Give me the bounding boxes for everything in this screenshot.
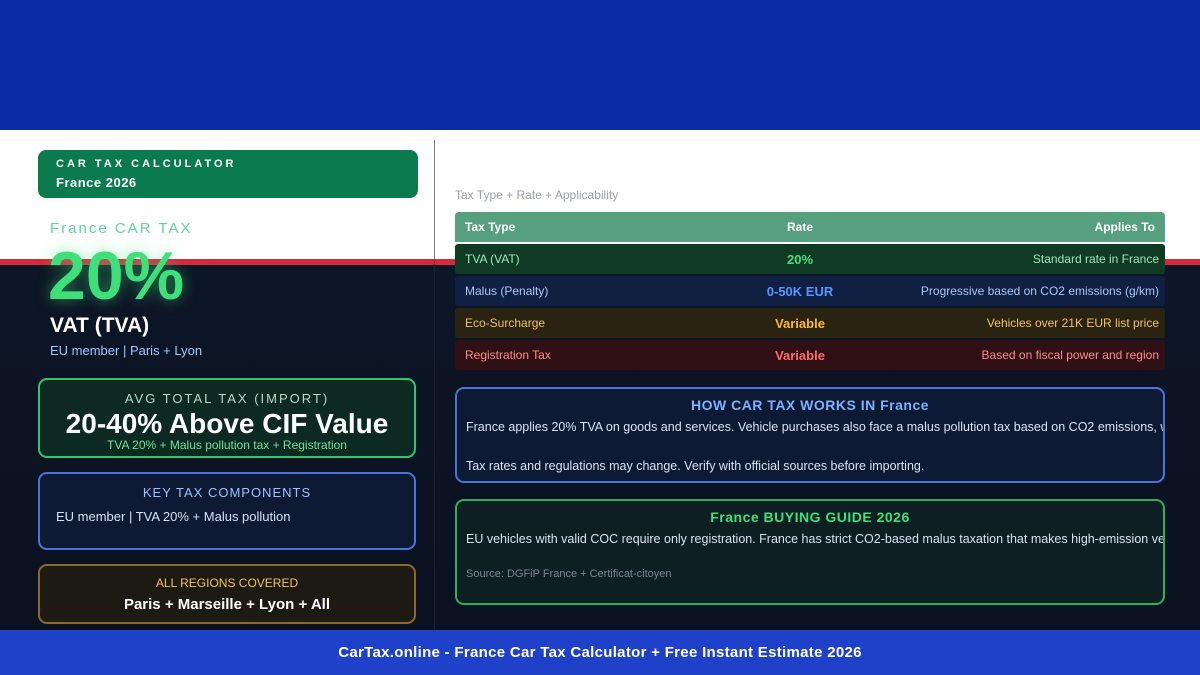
how-panel-body: France applies 20% TVA on goods and serv… bbox=[466, 420, 1165, 434]
regions-card-title: ALL REGIONS COVERED bbox=[155, 576, 299, 590]
guide-panel-source: Source: DGFiP France + Certificat-citoye… bbox=[466, 568, 672, 580]
tax-subtitle: EU member | Paris + Lyon bbox=[50, 343, 203, 358]
key-card-title: KEY TAX COMPONENTS bbox=[142, 485, 312, 500]
cell-applies-to: Based on fiscal power and region bbox=[981, 348, 1159, 362]
cell-tax-type: Registration Tax bbox=[465, 348, 551, 362]
cell-rate: Variable bbox=[775, 315, 825, 331]
regions-card: ALL REGIONS COVERED Paris + Marseille + … bbox=[38, 564, 416, 624]
cell-tax-type: Eco-Surcharge bbox=[465, 316, 546, 330]
header-tax-type: Tax Type bbox=[465, 220, 516, 234]
how-panel-note: Tax rates and regulations may change. Ve… bbox=[466, 459, 925, 473]
table-row: Malus (Penalty) 0-50K EUR Progressive ba… bbox=[455, 276, 1165, 306]
how-panel-title: HOW CAR TAX WORKS IN France bbox=[690, 397, 930, 413]
brand-subtitle: France 2026 bbox=[56, 175, 137, 190]
vat-rate-value: 20% bbox=[48, 238, 185, 314]
table-row: Eco-Surcharge Variable Vehicles over 21K… bbox=[455, 308, 1165, 338]
tax-name: VAT (TVA) bbox=[50, 314, 150, 337]
avg-card-value: 20-40% Above CIF Value bbox=[65, 408, 389, 439]
cell-rate: 0-50K EUR bbox=[766, 283, 834, 299]
brand-box: CAR TAX CALCULATOR France 2026 bbox=[38, 150, 418, 198]
brand-title: CAR TAX CALCULATOR bbox=[56, 158, 237, 170]
buying-guide-panel: France BUYING GUIDE 2026 EU vehicles wit… bbox=[455, 499, 1165, 605]
table-row: Registration Tax Variable Based on fisca… bbox=[455, 340, 1165, 370]
cell-applies-to: Vehicles over 21K EUR list price bbox=[986, 316, 1159, 330]
guide-panel-body: EU vehicles with valid COC require only … bbox=[466, 532, 1165, 546]
regions-card-body: Paris + Marseille + Lyon + All bbox=[123, 596, 331, 613]
table-row: TVA (VAT) 20% Standard rate in France bbox=[455, 244, 1165, 274]
avg-total-tax-card: AVG TOTAL TAX (IMPORT) 20-40% Above CIF … bbox=[38, 378, 416, 458]
table-caption: Tax Type + Rate + Applicability bbox=[455, 188, 619, 202]
table-header-row: Tax Type Rate Applies To bbox=[455, 212, 1165, 242]
cell-tax-type: TVA (VAT) bbox=[465, 252, 520, 266]
cell-rate: Variable bbox=[775, 347, 825, 363]
key-tax-components-card: KEY TAX COMPONENTS EU member | TVA 20% +… bbox=[38, 472, 416, 550]
header-applies-to: Applies To bbox=[1094, 220, 1155, 234]
header-rate: Rate bbox=[786, 220, 813, 234]
cell-applies-to: Standard rate in France bbox=[1032, 252, 1159, 266]
column-divider bbox=[434, 140, 435, 630]
footer-banner: CarTax.online - France Car Tax Calculato… bbox=[0, 630, 1200, 675]
key-card-body: EU member | TVA 20% + Malus pollution bbox=[56, 509, 291, 524]
cell-applies-to: Progressive based on CO2 emissions (g/km… bbox=[920, 284, 1159, 298]
cell-tax-type: Malus (Penalty) bbox=[465, 284, 549, 298]
how-car-tax-works-panel: HOW CAR TAX WORKS IN France France appli… bbox=[455, 387, 1165, 483]
avg-card-note: TVA 20% + Malus pollution tax + Registra… bbox=[107, 438, 347, 453]
tax-table: Tax Type Rate Applies To TVA (VAT) 20% S… bbox=[455, 212, 1165, 372]
cell-rate: 20% bbox=[786, 251, 814, 267]
avg-card-title: AVG TOTAL TAX (IMPORT) bbox=[124, 391, 330, 406]
country-title: France CAR TAX bbox=[50, 220, 193, 237]
guide-panel-title: France BUYING GUIDE 2026 bbox=[710, 509, 910, 525]
flag-blue-band bbox=[0, 0, 1200, 130]
